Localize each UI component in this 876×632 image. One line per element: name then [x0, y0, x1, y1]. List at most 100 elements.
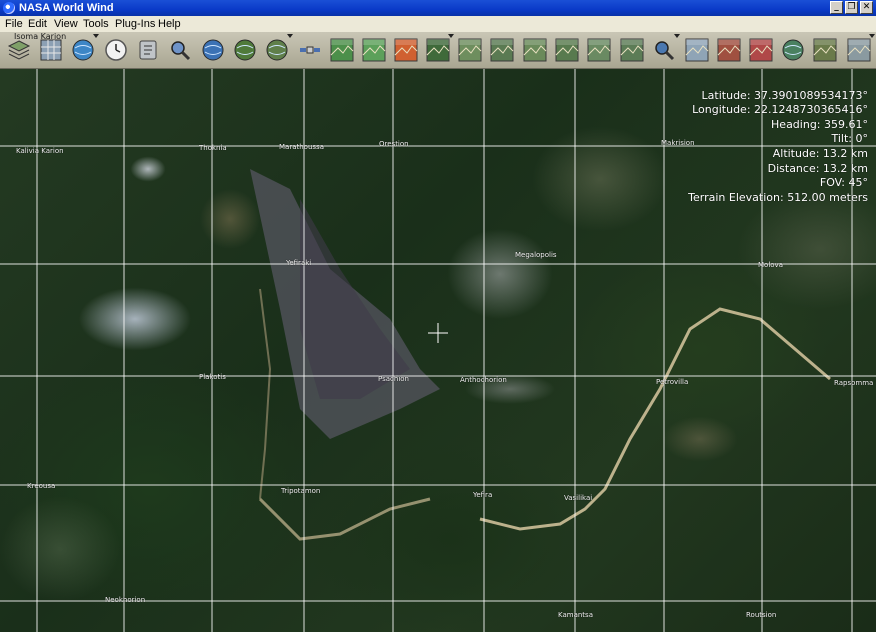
geocover-globe-icon[interactable]: [264, 34, 293, 63]
place-label: Thoknia: [199, 144, 227, 152]
place-label: Plakotis: [199, 373, 226, 381]
boundaries-icon-glyph: [717, 38, 741, 62]
terrain-icon[interactable]: [684, 37, 710, 63]
map-overlay: [0, 69, 876, 632]
highway-road: [479, 307, 831, 531]
lat-lon-grid-icon[interactable]: [38, 37, 64, 63]
geocover-globe-icon-glyph: [266, 39, 288, 61]
fov-readout: FOV: 45°: [819, 176, 868, 189]
dropdown-arrow-icon[interactable]: [448, 34, 454, 38]
aerial-photo-icon-4[interactable]: [554, 37, 580, 63]
place-label: Routsion: [746, 611, 777, 619]
place-label: Vasilikai: [564, 494, 593, 502]
terrain-icon-glyph: [685, 38, 709, 62]
restore-button[interactable]: ❐: [845, 1, 858, 14]
dropdown-arrow-icon[interactable]: [287, 34, 293, 38]
lat-lon-grid-icon-glyph: [40, 39, 62, 61]
zoom-search-icon-glyph: [655, 41, 675, 61]
lat-lon-grid: [0, 69, 876, 632]
minimize-button[interactable]: _: [830, 1, 843, 14]
menu-plugins[interactable]: Plug-Ins: [115, 17, 155, 31]
place-label: Neokhorion: [105, 596, 146, 604]
heatmap-icon-glyph: [394, 38, 418, 62]
compass-icon-glyph: [782, 39, 804, 61]
satellite-icon[interactable]: [297, 37, 323, 63]
screenshot-icon[interactable]: [846, 34, 875, 63]
place-label: Kamantsa: [558, 611, 593, 619]
search-icon-glyph: [171, 41, 191, 61]
menu-help[interactable]: Help: [158, 17, 181, 31]
place-label: Megalopolis: [515, 251, 557, 259]
globe-icon[interactable]: [70, 34, 99, 63]
aerial-photo-icon-1[interactable]: [457, 37, 483, 63]
boundaries-icon[interactable]: [716, 37, 742, 63]
place-label: Kreousa: [27, 482, 56, 490]
heatmap-icon[interactable]: [393, 37, 419, 63]
heading-readout: Heading: 359.61°: [771, 118, 868, 131]
river-valley-road: [258, 497, 431, 541]
aerial-photo-icon-6-glyph: [620, 38, 644, 62]
aerial-photo-icon-3[interactable]: [522, 37, 548, 63]
place-label: Petrovilla: [656, 378, 689, 386]
dropdown-arrow-icon[interactable]: [93, 34, 99, 38]
aerial-photo-icon-2-glyph: [490, 38, 514, 62]
dropdown-arrow-icon[interactable]: [674, 34, 680, 38]
menu-tools[interactable]: Tools: [83, 17, 109, 31]
screenshot-icon-glyph: [847, 38, 871, 62]
place-finder-icon-glyph: [139, 40, 157, 60]
menu-file[interactable]: File: [5, 17, 23, 31]
dropdown-arrow-icon[interactable]: [869, 34, 875, 38]
compass-icon[interactable]: [780, 37, 806, 63]
globe-icon-glyph: [72, 39, 94, 61]
search-icon[interactable]: [167, 37, 193, 63]
distance-readout: Distance: 13.2 km: [767, 162, 868, 175]
place-label: Orestion: [379, 140, 409, 148]
aerial-photo-icon-5[interactable]: [586, 37, 612, 63]
blue-marble-icon[interactable]: [200, 37, 226, 63]
modis-icon[interactable]: [425, 34, 454, 63]
place-label: Molova: [758, 261, 783, 269]
satellite-icon-glyph: [300, 46, 320, 54]
topo-map-icon-glyph: [362, 38, 386, 62]
menu-view[interactable]: View: [54, 17, 78, 31]
aerial-photo-icon-2[interactable]: [489, 37, 515, 63]
close-button[interactable]: ✕: [860, 1, 873, 14]
aerial-photo-icon-4-glyph: [555, 38, 579, 62]
app-icon: [3, 2, 15, 14]
place-label: Psachion: [378, 375, 409, 383]
tilt-readout: Tilt: 0°: [831, 132, 868, 145]
aerial-photo-icon-1-glyph: [458, 38, 482, 62]
usgs-icon-glyph: [330, 38, 354, 62]
usa-map-icon[interactable]: [812, 37, 838, 63]
place-label: Yefira: [473, 491, 493, 499]
usa-map-icon-glyph: [813, 38, 837, 62]
usgs-icon[interactable]: [329, 37, 355, 63]
aerial-photo-icon-6[interactable]: [619, 37, 645, 63]
flag-icon[interactable]: [748, 37, 774, 63]
window-title: NASA World Wind: [19, 2, 114, 14]
place-label: Marathoussa: [279, 143, 324, 151]
place-label: Makrision: [661, 139, 695, 147]
zoom-search-icon[interactable]: [651, 34, 680, 63]
menu-edit[interactable]: Edit: [28, 17, 47, 31]
terrain-elevation-readout: Terrain Elevation: 512.00 meters: [688, 191, 868, 204]
flag-icon-glyph: [749, 38, 773, 62]
menu-bar: File Edit View Tools Plug-Ins Help: [0, 16, 876, 33]
place-label: Rapsomma: [834, 379, 874, 387]
aerial-photo-icon-3-glyph: [523, 38, 547, 62]
latitude-readout: Latitude: 37.3901089534173°: [701, 89, 868, 102]
landsat-globe-icon[interactable]: [232, 37, 258, 63]
clock-icon[interactable]: [103, 37, 129, 63]
secondary-road: [259, 288, 272, 500]
place-finder-icon[interactable]: [135, 37, 161, 63]
globe-view[interactable]: Latitude: 37.3901089534173° Longitude: 2…: [0, 69, 876, 632]
aerial-photo-icon-5-glyph: [587, 38, 611, 62]
place-label: Anthochorion: [460, 376, 507, 384]
title-bar[interactable]: NASA World Wind _ ❐ ✕: [0, 0, 876, 16]
place-label: Tripotamon: [281, 487, 321, 495]
topo-map-icon[interactable]: [361, 37, 387, 63]
layers-icon[interactable]: [6, 37, 32, 63]
crosshair: [428, 323, 448, 343]
place-label: Yefiraki: [286, 259, 312, 267]
clock-icon-glyph: [105, 39, 127, 61]
